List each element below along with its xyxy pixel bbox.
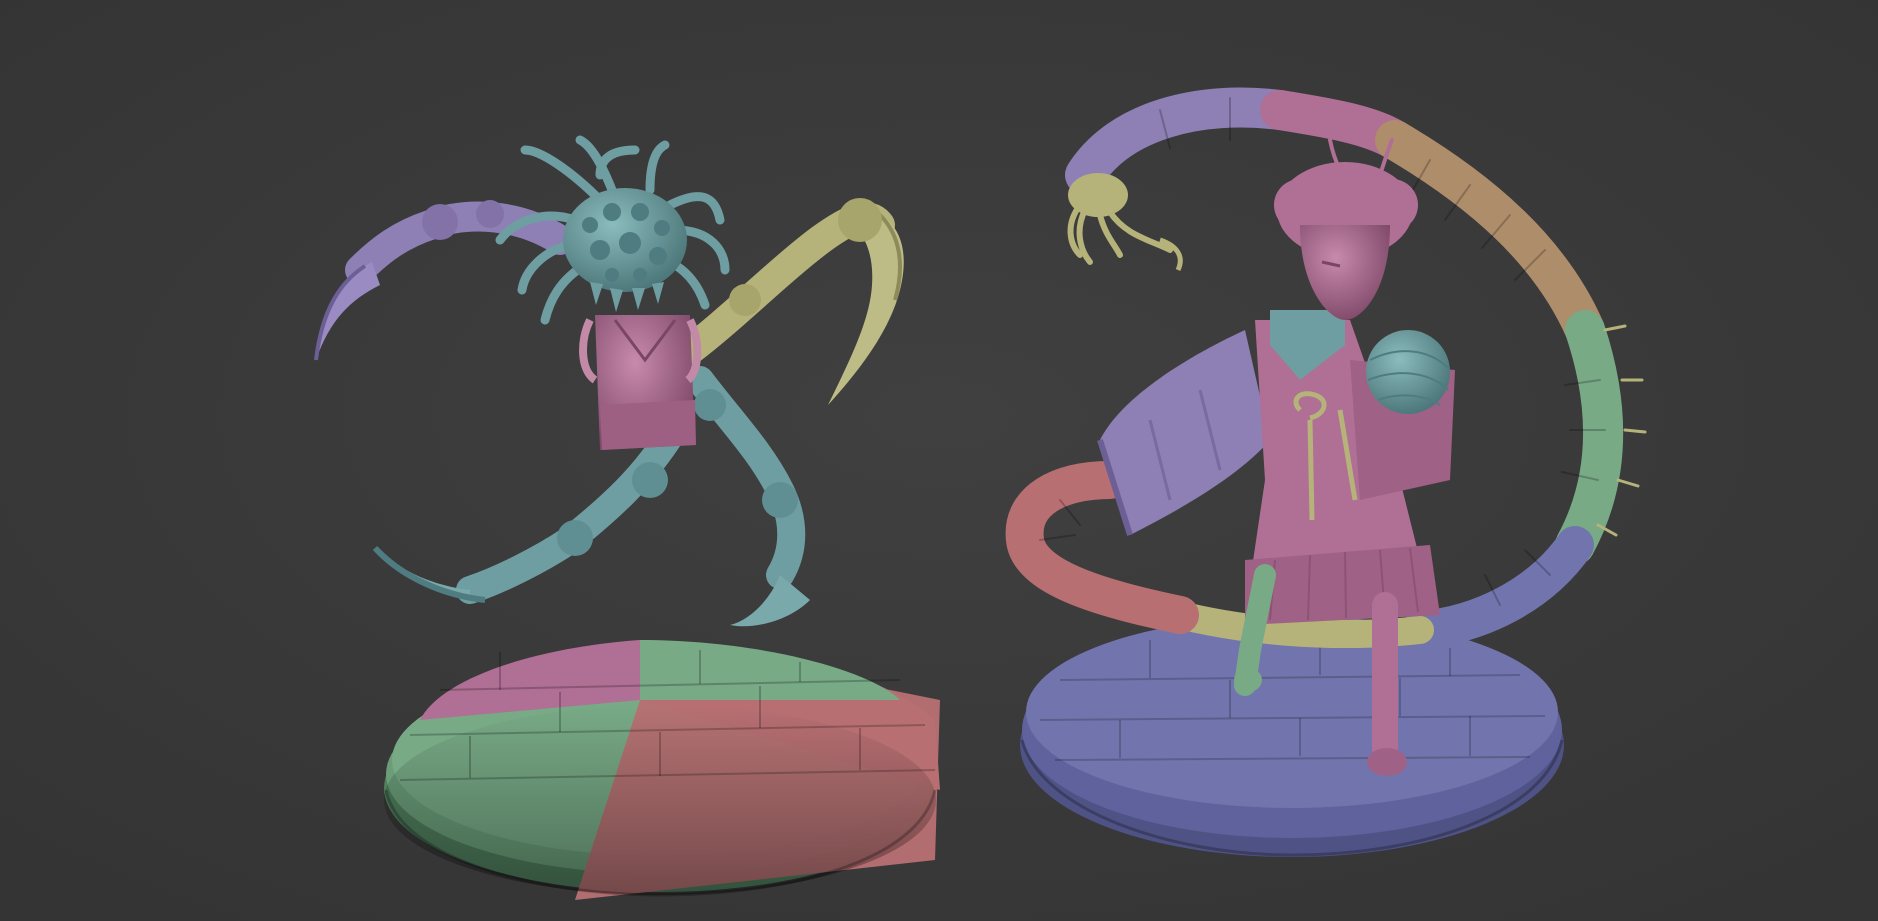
pink-kimono-torso[interactable]: [579, 315, 702, 450]
right-base[interactable]: [1020, 616, 1564, 857]
sculpt-scene[interactable]: [0, 0, 1878, 921]
spiky-ball[interactable]: [1366, 330, 1450, 414]
3d-viewport[interactable]: ›: [0, 0, 1878, 921]
